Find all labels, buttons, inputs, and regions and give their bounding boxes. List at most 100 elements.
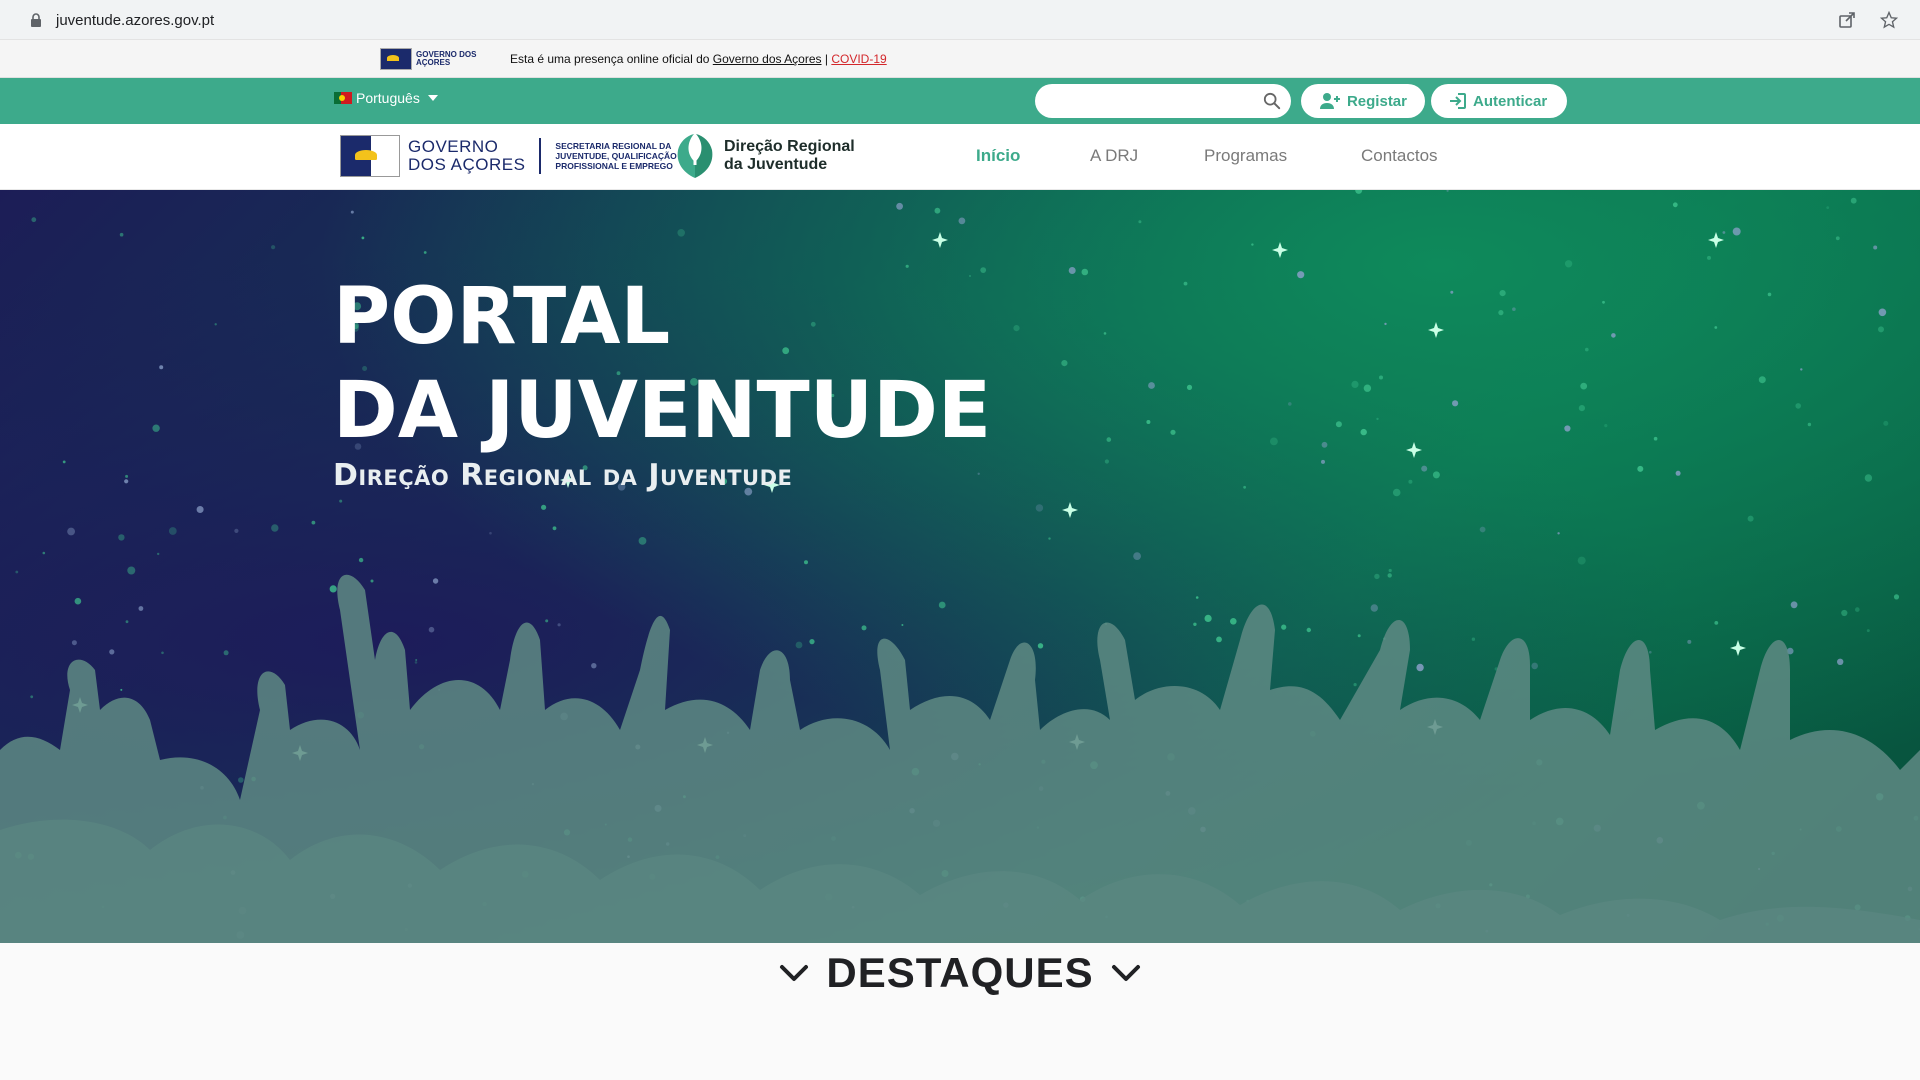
address-bar[interactable]: juventude.azores.gov.pt bbox=[14, 4, 1906, 36]
star-particle bbox=[809, 639, 815, 645]
star-particle bbox=[1841, 609, 1848, 617]
star-particle bbox=[905, 264, 909, 268]
covid-link[interactable]: COVID-19 bbox=[831, 52, 886, 66]
star-particle bbox=[1216, 636, 1222, 643]
search-input[interactable] bbox=[1049, 93, 1259, 109]
nav-item-inicio[interactable]: Início bbox=[976, 146, 1020, 166]
azores-flag-icon bbox=[380, 48, 412, 70]
star-particle bbox=[329, 585, 337, 593]
star-particle bbox=[1133, 552, 1141, 560]
star-particle bbox=[271, 245, 276, 250]
star-particle bbox=[428, 626, 435, 633]
star-particle bbox=[214, 323, 217, 326]
star-particle bbox=[311, 520, 316, 525]
gov-link[interactable]: Governo dos Açores bbox=[713, 52, 822, 66]
star-icon[interactable] bbox=[1878, 9, 1900, 31]
star-particle bbox=[1795, 403, 1801, 409]
star-particle bbox=[358, 557, 364, 563]
star-particle bbox=[238, 777, 244, 783]
star-particle bbox=[1767, 292, 1772, 297]
chevron-down-icon bbox=[780, 965, 809, 981]
star-particle bbox=[1421, 465, 1428, 472]
nav-item-programas[interactable]: Programas bbox=[1204, 146, 1287, 166]
star-particle bbox=[157, 552, 160, 556]
search-icon[interactable] bbox=[1263, 92, 1281, 110]
star-particle bbox=[138, 606, 144, 611]
star-particle bbox=[1388, 568, 1392, 573]
destaques-heading[interactable]: DESTAQUES bbox=[0, 943, 1920, 1003]
star-particle bbox=[30, 695, 34, 699]
utility-bar: Português Registar Autenticar bbox=[0, 78, 1920, 124]
star-particle bbox=[1270, 437, 1278, 446]
star-particle bbox=[1446, 190, 1449, 192]
star-particle bbox=[1611, 333, 1616, 338]
star-particle bbox=[74, 597, 82, 605]
star-particle bbox=[1604, 424, 1608, 428]
official-logo-text: GOVERNO DOS AÇORES bbox=[416, 50, 477, 67]
star-particle bbox=[1061, 360, 1068, 367]
hero-title: PORTAL DA JUVENTUDE bbox=[333, 270, 991, 458]
lock-icon[interactable] bbox=[28, 12, 44, 28]
star-particle bbox=[934, 207, 941, 214]
sparkle-star bbox=[1730, 640, 1746, 656]
share-icon[interactable] bbox=[1836, 9, 1858, 31]
star-particle bbox=[1243, 485, 1246, 489]
star-particle bbox=[1855, 607, 1860, 612]
login-button[interactable]: Autenticar bbox=[1431, 84, 1567, 118]
official-gov-logo[interactable]: GOVERNO DOS AÇORES bbox=[380, 48, 480, 70]
star-particle bbox=[1306, 627, 1312, 633]
star-particle bbox=[414, 661, 418, 664]
main-nav: Início A DRJ Programas Contactos bbox=[0, 146, 1920, 170]
star-particle bbox=[804, 560, 808, 565]
language-label: Português bbox=[356, 90, 420, 106]
star-particle bbox=[1878, 308, 1887, 317]
star-particle bbox=[168, 527, 177, 535]
star-particle bbox=[361, 236, 365, 240]
star-particle bbox=[638, 537, 647, 545]
star-particle bbox=[958, 217, 966, 225]
browser-toolbar: juventude.azores.gov.pt bbox=[0, 0, 1920, 40]
star-particle bbox=[1512, 307, 1516, 311]
star-particle bbox=[1649, 650, 1652, 654]
star-particle bbox=[1893, 594, 1900, 600]
star-particle bbox=[1321, 459, 1325, 464]
star-particle bbox=[159, 365, 164, 370]
star-particle bbox=[557, 623, 561, 627]
hero-title-line1: PORTAL bbox=[333, 272, 671, 362]
nav-item-a-drj[interactable]: A DRJ bbox=[1090, 146, 1138, 166]
star-particle bbox=[489, 531, 492, 535]
hero-banner: PORTAL DA JUVENTUDE Direção Regional da … bbox=[0, 190, 1920, 943]
star-particle bbox=[118, 534, 125, 541]
star-particle bbox=[1186, 384, 1193, 390]
star-particle bbox=[1068, 267, 1076, 274]
star-particle bbox=[223, 650, 229, 656]
register-label: Registar bbox=[1346, 92, 1407, 110]
star-particle bbox=[1790, 601, 1798, 609]
star-particle bbox=[161, 651, 164, 655]
register-button[interactable]: Registar bbox=[1301, 84, 1425, 118]
star-particle bbox=[125, 474, 129, 478]
star-particle bbox=[1281, 624, 1287, 630]
star-particle bbox=[1672, 202, 1678, 208]
destaques-title: DESTAQUES bbox=[826, 949, 1094, 996]
star-particle bbox=[1873, 245, 1878, 250]
star-particle bbox=[1835, 236, 1840, 241]
add-user-icon bbox=[1319, 93, 1340, 109]
star-particle bbox=[1653, 436, 1658, 441]
star-particle bbox=[120, 688, 123, 691]
star-particle bbox=[1146, 420, 1151, 424]
url-text[interactable]: juventude.azores.gov.pt bbox=[56, 12, 214, 29]
star-particle bbox=[861, 625, 867, 631]
star-particle bbox=[109, 649, 115, 655]
sparkle-star bbox=[1428, 322, 1444, 338]
star-particle bbox=[1416, 663, 1424, 672]
star-particle bbox=[591, 663, 597, 669]
nav-item-contactos[interactable]: Contactos bbox=[1361, 146, 1438, 166]
site-header: GOVERNO DOS AÇORES SECRETARIA REGIONAL D… bbox=[0, 124, 1920, 190]
star-particle bbox=[1850, 197, 1857, 204]
star-particle bbox=[1864, 474, 1873, 482]
star-particle bbox=[1193, 622, 1197, 626]
star-particle bbox=[1081, 268, 1089, 276]
star-particle bbox=[1687, 639, 1692, 644]
language-selector[interactable]: Português bbox=[334, 90, 438, 106]
